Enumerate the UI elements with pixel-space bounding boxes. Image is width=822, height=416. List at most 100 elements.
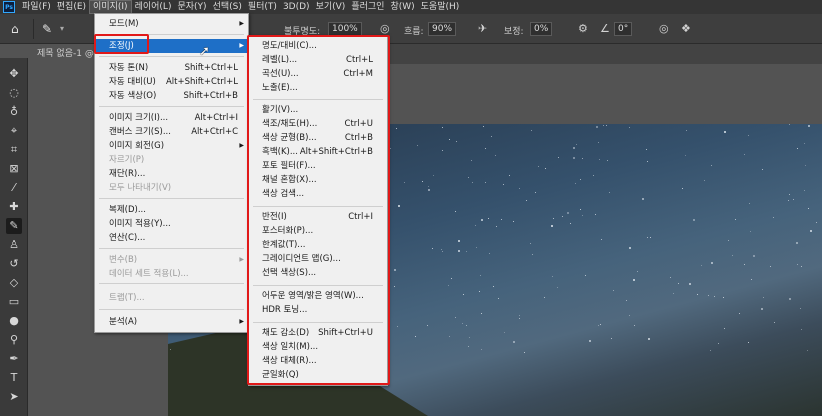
star [448, 335, 450, 337]
brush-preset-icon[interactable]: ✎ [42, 22, 52, 36]
adjustment-menu-item[interactable]: 그레이디언트 맵(G)... [249, 252, 387, 266]
gear-icon[interactable]: ⚙ [578, 22, 588, 35]
angle-field[interactable]: 0° [614, 22, 633, 36]
star [432, 247, 434, 249]
adjustment-menu-item[interactable]: 레벨(L)... Ctrl+L [249, 53, 387, 67]
image-menu-item[interactable]: 복제(D)... [95, 203, 248, 217]
adjustment-menu-item[interactable]: 채도 감소(D) Shift+Ctrl+U [249, 326, 387, 340]
star [448, 285, 450, 287]
flow-field[interactable]: 90% [428, 22, 457, 36]
quick-select-tool-icon[interactable]: ⌖ [6, 123, 22, 139]
menu-item-label: 채널 혼합(X)... [262, 175, 317, 185]
menu-view[interactable]: 보기(V) [313, 0, 349, 14]
star [449, 139, 451, 141]
adjustment-menu-item[interactable]: 포스터화(P)... [249, 224, 387, 238]
crop-tool-icon[interactable]: ⌗ [6, 142, 22, 158]
menu-plugins[interactable]: 플러그인 [348, 0, 387, 14]
path-select-tool-icon[interactable]: ➤ [6, 389, 22, 405]
menu-filter[interactable]: 필터(T) [245, 0, 280, 14]
opacity-field[interactable]: 100% [328, 22, 362, 36]
menu-3d[interactable]: 3D(D) [280, 0, 313, 14]
dodge-tool-icon[interactable]: ⚲ [6, 332, 22, 348]
adjustment-menu-item[interactable]: 노출(E)... [249, 81, 387, 95]
pen-tool-icon[interactable]: ✒ [6, 351, 22, 367]
image-menu-item[interactable]: 이미지 회전(G) ▶ [95, 139, 248, 153]
menu-layer[interactable]: 레이어(L) [132, 0, 175, 14]
adjustment-menu-item[interactable]: 색상 검색... [249, 187, 387, 201]
eyedropper-tool-icon[interactable]: ⁄ [6, 180, 22, 196]
star [432, 175, 434, 177]
adjustment-menu-item[interactable]: 한계값(T)... [249, 238, 387, 252]
image-menu-item[interactable]: 캔버스 크기(S)... Alt+Ctrl+C [95, 125, 248, 139]
adjustment-menu-item[interactable]: 흑백(K)... Alt+Shift+Ctrl+B [249, 145, 387, 159]
menu-type[interactable]: 문자(Y) [174, 0, 209, 14]
history-brush-tool-icon[interactable]: ↺ [6, 256, 22, 272]
image-menu-item[interactable]: 연산(C)... [95, 231, 248, 245]
menu-item-label: 색조/채도(H)... [262, 119, 318, 129]
menu-edit[interactable]: 편집(E) [54, 0, 89, 14]
menu-window[interactable]: 창(W) [387, 0, 417, 14]
eraser-tool-icon[interactable]: ◇ [6, 275, 22, 291]
adjustment-menu-item[interactable]: 어두운 영역/밝은 영역(W)... [249, 289, 387, 303]
adjustment-menu-item[interactable]: HDR 토닝... [249, 303, 387, 317]
submenu-arrow-icon: ▶ [239, 142, 244, 149]
menu-image[interactable]: 이미지(I) [89, 0, 132, 14]
image-menu-item[interactable]: 재단(R)... [95, 167, 248, 181]
star [645, 148, 647, 150]
home-icon[interactable]: ⌂ [11, 22, 25, 36]
menu-item-label: 색상 균형(B)... [262, 133, 317, 143]
adjustment-menu-item[interactable]: 색상 균형(B)... Ctrl+B [249, 131, 387, 145]
image-menu: 모드(M) ▶ 조정(J) ▶ 자동 톤(N) Shift+Ctrl+L 자동 대비(U) A… [94, 13, 249, 333]
adjustment-menu-item[interactable]: 채널 혼합(X)... [249, 173, 387, 187]
star [488, 252, 490, 254]
adjustment-menu-item[interactable]: 곡선(U)... Ctrl+M [249, 67, 387, 81]
adjustment-menu-item[interactable]: 균일화(Q) [249, 368, 387, 382]
adjustment-menu-item[interactable]: 명도/대비(C)... [249, 39, 387, 53]
image-menu-item[interactable]: 자동 톤(N) Shift+Ctrl+L [95, 61, 248, 75]
blur-tool-icon[interactable]: ● [6, 313, 22, 329]
frame-tool-icon[interactable]: ⊠ [6, 161, 22, 177]
menu-item-shortcut: Ctrl+M [343, 69, 373, 79]
tools-panel: ✥ ◌ ♁ ⌖ ⌗ ⊠ ⁄ ✚ ✎ ♙ ↺ ◇ ▭ ● ⚲ ✒ T ➤ [0, 58, 28, 416]
adjustment-menu-item[interactable]: 활기(V)... [249, 103, 387, 117]
lasso-tool-icon[interactable]: ♁ [6, 104, 22, 120]
adjustment-menu-item[interactable]: 선택 색상(S)... [249, 266, 387, 280]
menu-item-label: 명도/대비(C)... [262, 41, 317, 51]
healing-brush-tool-icon[interactable]: ✚ [6, 199, 22, 215]
image-menu-item[interactable]: 자동 색상(O) Shift+Ctrl+B [95, 89, 248, 103]
chevron-down-icon[interactable]: ▾ [60, 24, 64, 33]
gradient-tool-icon[interactable]: ▭ [6, 294, 22, 310]
star [748, 342, 749, 344]
type-tool-icon[interactable]: T [6, 370, 22, 386]
star [530, 242, 532, 244]
star [524, 351, 526, 353]
clone-stamp-tool-icon[interactable]: ♙ [6, 237, 22, 253]
image-menu-item[interactable]: 분석(A) ▶ [95, 315, 248, 329]
menu-select[interactable]: 선택(S) [210, 0, 245, 14]
image-menu-item[interactable]: 조정(J) ▶ [95, 39, 248, 53]
star [580, 209, 582, 211]
image-menu-item[interactable]: 이미지 크기(I)... Alt+Ctrl+I [95, 111, 248, 125]
pressure-opacity-icon[interactable]: ◎ [380, 22, 390, 35]
image-menu-item[interactable]: 자동 대비(U) Alt+Shift+Ctrl+L [95, 75, 248, 89]
star [498, 298, 500, 300]
airbrush-icon[interactable]: ✈ [478, 22, 487, 35]
pressure-size-icon[interactable]: ◎ [659, 22, 669, 35]
adjustment-menu-item[interactable]: 색조/채도(H)... Ctrl+U [249, 117, 387, 131]
move-tool-icon[interactable]: ✥ [6, 66, 22, 82]
adjustment-menu-item[interactable]: 색상 일치(M)... [249, 340, 387, 354]
brush-tool-icon[interactable]: ✎ [6, 218, 22, 234]
menu-file[interactable]: 파일(F) [19, 0, 54, 14]
star [476, 247, 478, 249]
image-menu-item[interactable]: 이미지 적용(Y)... [95, 217, 248, 231]
image-menu-item[interactable]: 모드(M) ▶ [95, 17, 248, 31]
menu-help[interactable]: 도움말(H) [418, 0, 463, 14]
smoothing-field[interactable]: 0% [530, 22, 553, 36]
adjustment-menu-item[interactable]: 반전(I) Ctrl+I [249, 210, 387, 224]
symmetry-icon[interactable]: ❖ [681, 22, 691, 35]
adjustment-menu-item[interactable]: 포토 필터(F)... [249, 159, 387, 173]
star [502, 184, 504, 186]
menu-item-label: 색상 일치(M)... [262, 342, 319, 352]
marquee-tool-icon[interactable]: ◌ [6, 85, 22, 101]
adjustment-menu-item[interactable]: 색상 대체(R)... [249, 354, 387, 368]
